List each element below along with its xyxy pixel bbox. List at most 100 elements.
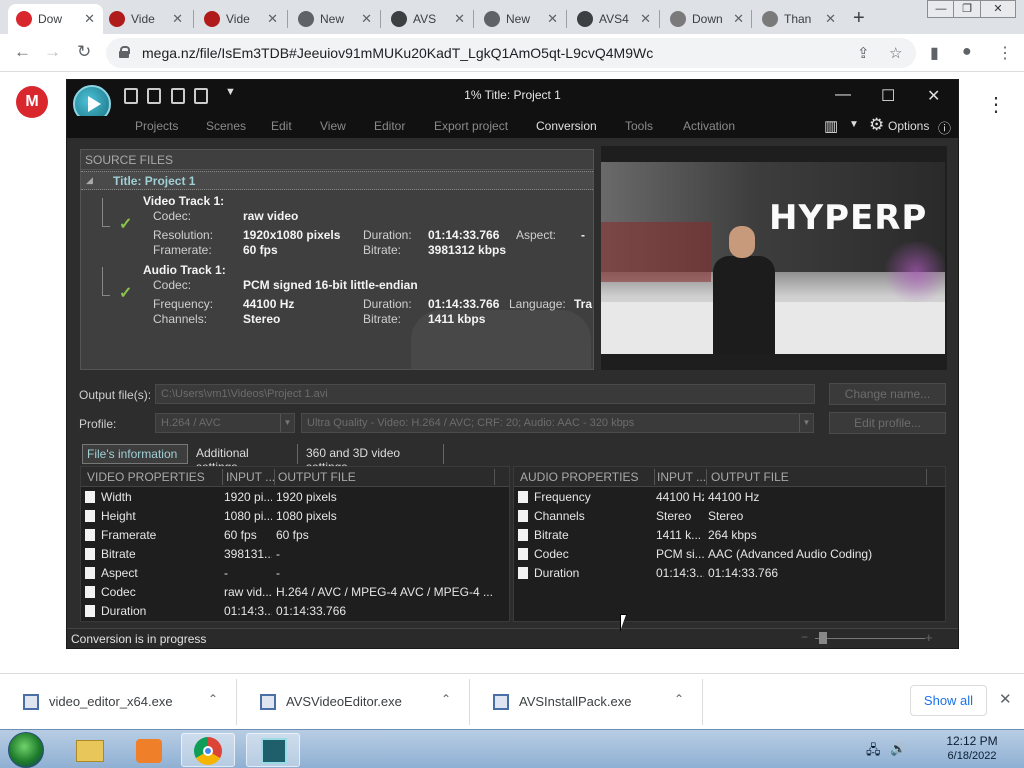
volume-icon[interactable]: 🔊 — [890, 741, 906, 757]
tab-close-icon[interactable]: ✕ — [825, 11, 836, 27]
options-button[interactable]: Options — [888, 119, 929, 133]
zoom-slider-track[interactable] — [815, 638, 925, 639]
table-row[interactable]: Width 1920 pi... 1920 pixels — [81, 488, 509, 507]
tab-additional-settings[interactable]: Additional settings — [192, 444, 298, 474]
browser-tab[interactable]: Than ✕ — [754, 4, 844, 34]
tab-file-s-information[interactable]: File's information — [82, 444, 188, 464]
url-text[interactable]: mega.nz/file/IsEm3TDB#Jeeuiov91mMUKu20Ka… — [142, 45, 653, 61]
zoom-in-icon[interactable]: + — [925, 630, 933, 645]
table-row[interactable]: Codec PCM si... AAC (Advanced Audio Coding… — [514, 545, 945, 564]
table-row[interactable]: Frequency 44100 Hz 44100 Hz — [514, 488, 945, 507]
menu-view[interactable]: View — [320, 119, 346, 133]
forward-icon[interactable]: → — [44, 42, 61, 62]
column-separator[interactable] — [706, 469, 707, 485]
profile-quality-select[interactable]: Ultra Quality - Video: H.264 / AVC; CRF:… — [301, 413, 814, 433]
chevron-down-icon[interactable]: ▼ — [280, 414, 294, 432]
options-gear-icon[interactable]: ⚙ — [869, 115, 884, 135]
column-separator[interactable] — [926, 469, 927, 485]
table-row[interactable]: Bitrate 398131... - — [81, 545, 509, 564]
profile-format-select[interactable]: H.264 / AVC ▼ — [155, 413, 295, 433]
chevron-up-icon[interactable]: ⌃ — [674, 692, 684, 706]
change-name-button[interactable]: Change name... — [829, 383, 946, 405]
column-header-input[interactable]: INPUT ... — [226, 470, 275, 484]
network-icon[interactable]: 🖧 — [866, 741, 881, 763]
tab-close-icon[interactable]: ✕ — [267, 11, 278, 27]
audio-track-check-icon[interactable]: ✓ — [119, 283, 132, 303]
tab-close-icon[interactable]: ✕ — [361, 11, 372, 27]
avs-taskbar-icon[interactable] — [246, 733, 300, 767]
media-player-taskbar-icon[interactable] — [122, 733, 176, 767]
download-item[interactable]: AVSVideoEditor.exe ⌃ — [237, 679, 470, 725]
browser-tab[interactable]: New ✕ — [476, 4, 566, 34]
tab-close-icon[interactable]: ✕ — [733, 11, 744, 27]
menu-scenes[interactable]: Scenes — [206, 119, 246, 133]
video-preview[interactable]: HYPERP — [601, 146, 947, 370]
edit-profile-button[interactable]: Edit profile... — [829, 412, 946, 434]
table-row[interactable]: Duration 01:14:3... 01:14:33.766 — [514, 564, 945, 583]
zoom-out-icon[interactable]: − — [801, 630, 808, 644]
share-icon[interactable]: ⇪ — [857, 44, 870, 62]
browser-tab[interactable]: Down ✕ — [662, 4, 752, 34]
back-icon[interactable]: ← — [14, 42, 31, 62]
menu-projects[interactable]: Projects — [135, 119, 178, 133]
avs-close-button[interactable]: ✕ — [927, 86, 940, 106]
browser-tab[interactable]: Vide ✕ — [196, 4, 286, 34]
browser-tab[interactable]: New ✕ — [290, 4, 380, 34]
download-item[interactable]: video_editor_x64.exe ⌃ — [0, 679, 237, 725]
menu-tools[interactable]: Tools — [625, 119, 653, 133]
side-panel-icon[interactable]: ▮ — [930, 43, 939, 63]
column-separator[interactable] — [494, 469, 495, 485]
menu-activation[interactable]: Activation — [683, 119, 735, 133]
avs-minimize-button[interactable]: — — [835, 86, 851, 104]
menu-export-project[interactable]: Export project — [434, 119, 508, 133]
tab-close-icon[interactable]: ✕ — [640, 11, 651, 27]
show-all-downloads-button[interactable]: Show all — [910, 685, 987, 716]
new-tab-button[interactable]: + — [853, 7, 865, 30]
menu-editor[interactable]: Editor — [374, 119, 405, 133]
mega-logo[interactable]: M — [16, 86, 48, 118]
download-item[interactable]: AVSInstallPack.exe ⌃ — [470, 679, 703, 725]
column-separator[interactable] — [274, 469, 275, 485]
table-row[interactable]: Height 1080 pi... 1080 pixels — [81, 507, 509, 526]
video-track-check-icon[interactable]: ✓ — [119, 214, 132, 234]
profile-avatar-icon[interactable]: ● — [962, 43, 972, 61]
chevron-up-icon[interactable]: ⌃ — [208, 692, 218, 706]
minimize-button[interactable]: — — [927, 0, 955, 18]
chrome-taskbar-icon[interactable] — [181, 733, 235, 767]
source-project-title[interactable]: ◢ Title: Project 1 — [81, 171, 593, 190]
tab-close-icon[interactable]: ✕ — [172, 11, 183, 27]
column-header-input[interactable]: INPUT ... — [657, 470, 706, 484]
table-row[interactable]: Duration 01:14:3... 01:14:33.766 — [81, 602, 509, 621]
start-button-icon[interactable] — [8, 732, 44, 768]
tab-360-and-3d-video-settings[interactable]: 360 and 3D video settings — [302, 444, 444, 474]
tab-close-icon[interactable]: ✕ — [84, 11, 95, 27]
clock-time[interactable]: 12:12 PM — [942, 734, 1002, 748]
table-row[interactable]: Aspect - - — [81, 564, 509, 583]
menu-conversion[interactable]: Conversion — [536, 119, 597, 133]
column-header-output[interactable]: OUTPUT FILE — [711, 470, 789, 484]
tab-close-icon[interactable]: ✕ — [547, 11, 558, 27]
layout-icon[interactable]: ▥ — [824, 117, 838, 135]
layout-dropdown-icon[interactable]: ▼ — [849, 119, 859, 130]
chevron-up-icon[interactable]: ⌃ — [441, 692, 451, 706]
column-header-output[interactable]: OUTPUT FILE — [278, 470, 356, 484]
browser-menu-icon[interactable]: ⋮ — [997, 43, 1013, 63]
browser-tab[interactable]: Dow ✕ — [8, 4, 103, 34]
table-row[interactable]: Bitrate 1411 k... 264 kbps — [514, 526, 945, 545]
browser-tab[interactable]: AVS4 ✕ — [569, 4, 659, 34]
column-header-property[interactable]: AUDIO PROPERTIES — [520, 470, 638, 484]
reload-icon[interactable]: ↻ — [77, 42, 91, 62]
browser-tab[interactable]: AVS ✕ — [383, 4, 473, 34]
lock-icon[interactable] — [119, 46, 130, 58]
menu-edit[interactable]: Edit — [271, 119, 292, 133]
address-bar[interactable]: mega.nz/file/IsEm3TDB#Jeeuiov91mMUKu20Ka… — [106, 38, 916, 68]
close-window-button[interactable]: ✕ — [980, 0, 1016, 18]
collapse-arrow-icon[interactable]: ◢ — [86, 175, 93, 186]
restore-button[interactable]: ❐ — [953, 0, 981, 18]
table-row[interactable]: Channels Stereo Stereo — [514, 507, 945, 526]
clock-date[interactable]: 6/18/2022 — [942, 750, 1002, 762]
browser-tab[interactable]: Vide ✕ — [101, 4, 191, 34]
output-file-field[interactable]: C:\Users\vm1\Videos\Project 1.avi — [155, 384, 815, 404]
table-row[interactable]: Codec raw vid... H.264 / AVC / MPEG-4 AVC … — [81, 583, 509, 602]
chevron-down-icon[interactable]: ▼ — [799, 414, 813, 432]
